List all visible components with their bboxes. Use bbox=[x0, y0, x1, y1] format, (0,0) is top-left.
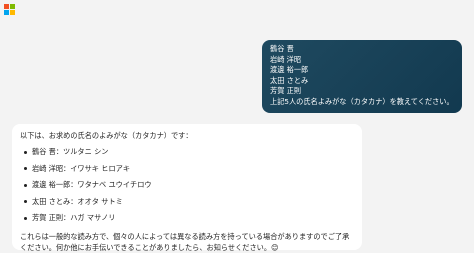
user-message-line: 岩崎 洋昭 bbox=[270, 54, 302, 64]
user-message-line: 上記5人の氏名よみがな（カタカナ）を教えてください。 bbox=[270, 96, 454, 106]
reading-list: 鶴谷 晋：ツルタニ シン 岩崎 洋昭：イワサキ ヒロアキ 渡邊 裕一郎：ワタナベ… bbox=[20, 147, 354, 223]
user-message-line: 鶴谷 晋 bbox=[270, 44, 294, 53]
user-message-bubble: 鶴谷 晋 岩崎 洋昭 渡邊 裕一郎 太田 さとみ 芳賀 正則 上記5人の氏名よみ… bbox=[262, 40, 462, 113]
logo-red-square bbox=[4, 4, 9, 9]
list-item: 太田 さとみ：オオタ サトミ bbox=[20, 197, 354, 207]
bot-message-intro: 以下は、お求めの氏名のよみがな（カタカナ）です： bbox=[20, 131, 193, 140]
logo-green-square bbox=[10, 4, 15, 9]
list-item: 鶴谷 晋：ツルタニ シン bbox=[20, 147, 354, 157]
list-item: 芳賀 正則：ハガ マサノリ bbox=[20, 213, 354, 223]
list-item: 渡邊 裕一郎：ワタナベ ユウイチロウ bbox=[20, 180, 354, 190]
list-item: 岩崎 洋昭：イワサキ ヒロアキ bbox=[20, 164, 354, 174]
logo-blue-square bbox=[4, 10, 9, 15]
logo-yellow-square bbox=[10, 10, 15, 15]
user-message-line: 太田 さとみ bbox=[270, 75, 309, 85]
user-message-line: 芳賀 正則 bbox=[270, 86, 302, 96]
bot-message-bubble: 以下は、お求めの氏名のよみがな（カタカナ）です： 鶴谷 晋：ツルタニ シン 岩崎… bbox=[12, 124, 362, 252]
microsoft-logo-icon bbox=[4, 4, 15, 15]
user-message-line: 渡邊 裕一郎 bbox=[270, 65, 309, 75]
